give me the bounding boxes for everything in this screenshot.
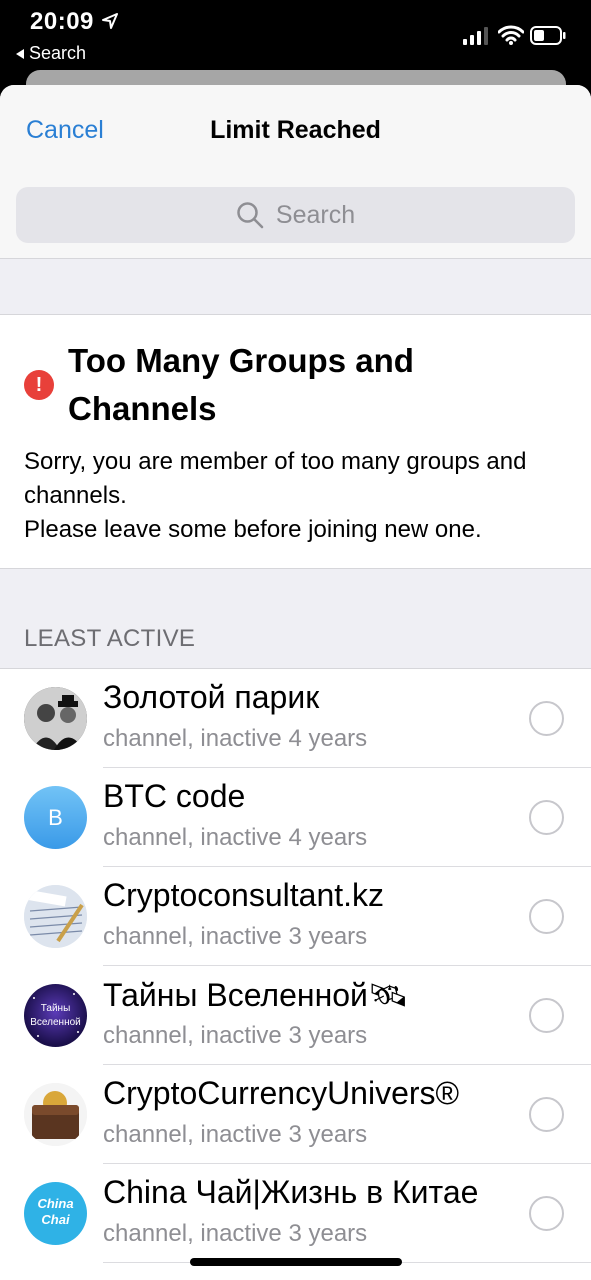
list-item[interactable]: CryptoCurrencyUnivers® channel, inactive…: [0, 1065, 591, 1164]
search-bar: Search: [0, 175, 591, 259]
navigation-bar: Cancel Limit Reached: [0, 85, 591, 175]
alert-title: Too Many Groups and Channels: [68, 342, 414, 427]
channel-avatar-space: Тайны Вселенной: [24, 984, 87, 1047]
location-arrow-icon: [102, 13, 118, 29]
channel-status: channel, inactive 3 years: [103, 1220, 368, 1247]
search-icon: [237, 202, 264, 229]
search-placeholder: Search: [275, 200, 356, 229]
battery-icon: [530, 26, 566, 45]
home-indicator[interactable]: [190, 1258, 402, 1266]
status-time: 20:09: [30, 8, 94, 35]
back-triangle-icon: [16, 48, 24, 59]
channel-avatar-logo: China Chai: [24, 1182, 87, 1245]
select-radio[interactable]: [529, 899, 564, 934]
list-item[interactable]: Cryptoconsultant.kz channel, inactive 3 …: [0, 867, 591, 966]
alert-body: Sorry, you are member of too many groups…: [24, 445, 574, 547]
back-to-app[interactable]: Search: [16, 43, 86, 64]
select-radio[interactable]: [529, 998, 564, 1033]
alert-body-line-1: Sorry, you are member of too many groups…: [24, 448, 527, 509]
portrait-photo-icon: [24, 687, 87, 750]
channel-name: China Чай|Жизнь в Китае: [103, 1174, 479, 1210]
alert-body-line-2: Please leave some before joining new one…: [24, 516, 482, 543]
channel-status: channel, inactive 3 years: [103, 1022, 368, 1049]
channel-name: Тайны Вселенной🛰: [103, 977, 409, 1013]
wallet-icon: [24, 1083, 87, 1146]
channel-status: channel, inactive 3 years: [103, 923, 368, 950]
status-bar: 20:09 Search: [0, 0, 591, 70]
channel-avatar-photo: [24, 1083, 87, 1146]
select-radio[interactable]: [529, 1196, 564, 1231]
list-item[interactable]: Золотой парик channel, inactive 4 years: [0, 669, 591, 768]
list-item[interactable]: B BTC code channel, inactive 4 years: [0, 768, 591, 867]
cellular-signal-icon: [463, 27, 488, 45]
channel-name: Cryptoconsultant.kz: [103, 877, 385, 913]
channel-avatar-letter: B: [24, 786, 87, 849]
wifi-icon: [498, 25, 524, 45]
channel-name: CryptoCurrencyUnivers®: [103, 1075, 460, 1111]
section-header-least-active: LEAST ACTIVE: [24, 625, 196, 652]
channel-status: channel, inactive 4 years: [103, 824, 368, 851]
avatar-caption: Тайны Вселенной: [30, 1003, 81, 1028]
select-radio[interactable]: [529, 800, 564, 835]
channel-name: BTC code: [103, 778, 246, 814]
exclamation-icon: !: [24, 370, 54, 400]
channel-avatar-photo: [24, 687, 87, 750]
select-radio[interactable]: [529, 1097, 564, 1132]
select-radio[interactable]: [529, 701, 564, 736]
avatar-caption: China Chai: [37, 1196, 74, 1227]
limit-alert-card: ! Too Many Groups and Channels Sorry, yo…: [0, 314, 591, 569]
channel-status: channel, inactive 4 years: [103, 725, 368, 752]
list-item[interactable]: Тайны Вселенной Тайны Вселенной🛰 channel…: [0, 966, 591, 1065]
channel-name: Золотой парик: [103, 679, 320, 715]
avatar-letter: B: [48, 805, 63, 830]
search-input[interactable]: Search: [16, 187, 575, 243]
page-title: Limit Reached: [210, 116, 381, 144]
limit-reached-sheet: Cancel Limit Reached Search ! Too Many G…: [0, 85, 591, 1280]
channel-avatar-photo: [24, 885, 87, 948]
channel-status: channel, inactive 3 years: [103, 1121, 368, 1148]
list-item[interactable]: China Chai China Чай|Жизнь в Китае chann…: [0, 1164, 591, 1263]
trading-paper-icon: [24, 885, 87, 948]
channel-list: Золотой парик channel, inactive 4 years …: [0, 668, 591, 1280]
back-app-label: Search: [29, 43, 87, 63]
